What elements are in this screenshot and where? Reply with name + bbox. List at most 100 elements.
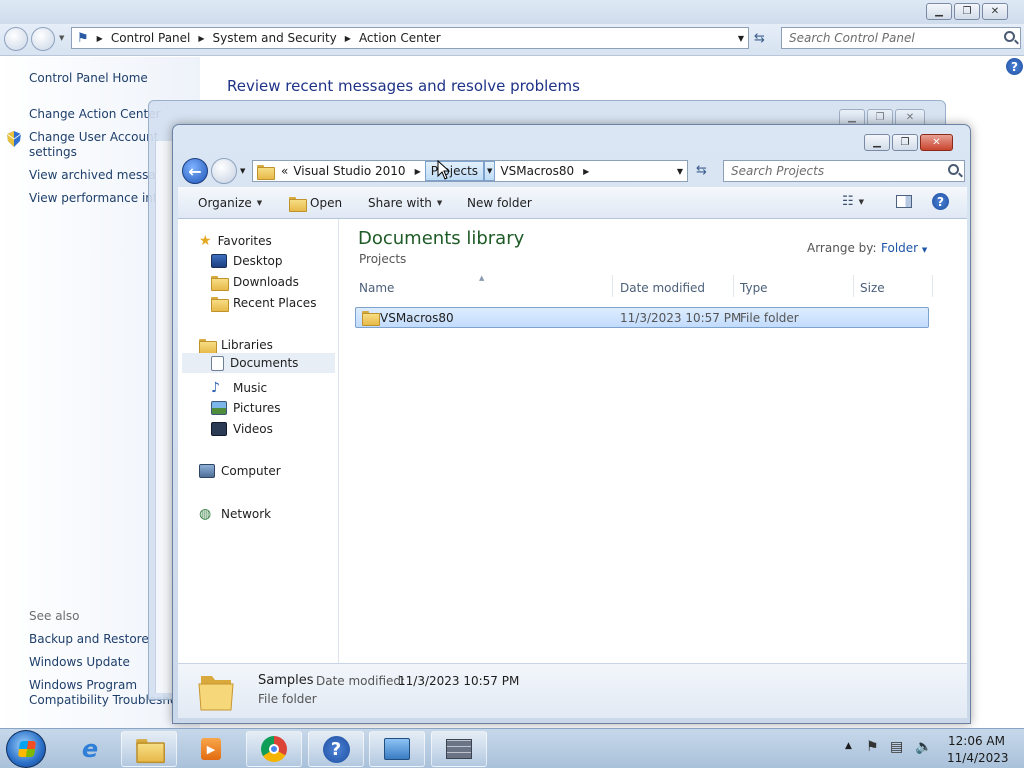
- refresh-icon[interactable]: ⇆: [696, 163, 707, 178]
- column-divider[interactable]: [853, 275, 854, 297]
- clock-time[interactable]: 12:06 AM: [948, 734, 1005, 748]
- change-action-center-link[interactable]: Change Action Center: [29, 107, 161, 122]
- taskbar-firewall[interactable]: [431, 731, 487, 767]
- breadcrumb-arrow-icon[interactable]: ▶: [415, 167, 421, 176]
- taskbar-control-panel[interactable]: [369, 731, 425, 767]
- column-header-size[interactable]: Size: [860, 281, 885, 295]
- breadcrumb-item[interactable]: Visual Studio 2010: [288, 161, 410, 181]
- search-icon[interactable]: [1004, 31, 1015, 42]
- breadcrumb-item[interactable]: VSMacros80: [495, 161, 579, 181]
- breadcrumb-item-projects[interactable]: Projects: [424, 161, 485, 181]
- breadcrumb-item[interactable]: Control Panel: [111, 31, 191, 45]
- change-user-account-link[interactable]: Change User Account: [29, 130, 158, 145]
- help-icon: ?: [932, 193, 949, 210]
- breadcrumb-arrow-icon[interactable]: ▶: [583, 167, 589, 176]
- column-divider[interactable]: [733, 275, 734, 297]
- change-view-button[interactable]: ☷ ▼: [842, 194, 864, 209]
- page-title: Review recent messages and resolve probl…: [227, 77, 580, 95]
- column-header-type[interactable]: Type: [740, 281, 768, 295]
- network-status-icon[interactable]: ▤: [890, 739, 903, 755]
- help-button[interactable]: ?: [932, 193, 949, 210]
- forward-button[interactable]: [31, 27, 55, 51]
- nav-item-favorites[interactable]: ★ Favorites: [199, 233, 272, 249]
- windows-program-link[interactable]: Windows Program: [29, 678, 137, 693]
- close-button[interactable]: ✕: [982, 3, 1008, 20]
- back-button[interactable]: ←: [182, 158, 208, 184]
- taskbar-media-player[interactable]: ▶: [183, 731, 239, 767]
- restore-button[interactable]: ❐: [954, 3, 980, 20]
- volume-muted-icon[interactable]: 🔈: [915, 739, 932, 755]
- taskbar-internet-explorer[interactable]: e: [62, 731, 118, 767]
- minimize-button[interactable]: ▁: [926, 3, 952, 20]
- maximize-button[interactable]: ❐: [892, 134, 918, 151]
- action-center-flag-icon[interactable]: ⚑: [866, 739, 879, 755]
- help-icon: ?: [322, 735, 350, 763]
- nav-item-music[interactable]: ♪ Music: [211, 380, 267, 396]
- close-button[interactable]: ✕: [920, 134, 953, 151]
- recent-pages-icon[interactable]: ▼: [59, 34, 64, 42]
- column-header-name[interactable]: Name: [359, 281, 394, 295]
- column-divider[interactable]: [612, 275, 613, 297]
- view-performance-info-link[interactable]: View performance info: [29, 191, 164, 206]
- taskbar-chrome[interactable]: [246, 731, 302, 767]
- chrome-icon: [261, 736, 287, 762]
- chevron-down-icon[interactable]: ▼: [677, 167, 683, 176]
- taskbar-windows-explorer[interactable]: [121, 731, 177, 767]
- breadcrumb-overflow[interactable]: «: [281, 164, 288, 178]
- recent-pages-icon[interactable]: ▼: [240, 167, 245, 175]
- column-header-date-modified[interactable]: Date modified: [620, 281, 705, 295]
- breadcrumb-dropdown-icon[interactable]: ▼: [484, 161, 496, 181]
- preview-pane-button[interactable]: [896, 195, 912, 208]
- control-panel-search-input[interactable]: Search Control Panel: [781, 27, 1021, 49]
- nav-item-videos[interactable]: Videos: [211, 422, 273, 436]
- arrow-left-icon: ←: [188, 161, 202, 181]
- details-date-value: 11/3/2023 10:57 PM: [398, 674, 520, 688]
- change-user-account-link-line2[interactable]: settings: [29, 145, 77, 160]
- arrange-by-dropdown[interactable]: Folder ▼: [881, 241, 927, 255]
- explorer-address-bar[interactable]: « Visual Studio 2010 ▶ Projects ▼ VSMacr…: [252, 160, 688, 182]
- control-panel-home-link[interactable]: Control Panel Home: [29, 71, 148, 86]
- nav-item-network[interactable]: ◍ Network: [199, 506, 271, 522]
- details-type: File folder: [258, 692, 317, 706]
- refresh-icon[interactable]: ⇆: [754, 31, 765, 46]
- chevron-down-icon[interactable]: ▼: [738, 34, 744, 43]
- backup-and-restore-link[interactable]: Backup and Restore: [29, 632, 149, 647]
- libraries-icon: [199, 338, 217, 354]
- organize-button[interactable]: Organize ▼: [198, 196, 262, 210]
- nav-item-downloads[interactable]: Downloads: [211, 275, 299, 291]
- chevron-down-icon: ▼: [436, 199, 443, 207]
- nav-item-documents[interactable]: Documents: [182, 353, 335, 373]
- explorer-search-input[interactable]: Search Projects: [723, 160, 965, 182]
- document-icon: [211, 355, 224, 371]
- nav-item-recent-places[interactable]: Recent Places: [211, 296, 316, 312]
- search-icon[interactable]: [948, 164, 959, 175]
- column-divider[interactable]: [932, 275, 933, 297]
- new-folder-button[interactable]: New folder: [467, 196, 532, 210]
- nav-item-libraries[interactable]: Libraries: [199, 338, 273, 354]
- taskbar-help-and-support[interactable]: ?: [308, 731, 364, 767]
- media-player-icon: ▶: [201, 738, 221, 760]
- help-icon[interactable]: ?: [1006, 58, 1023, 75]
- new-folder-label: New folder: [467, 196, 532, 210]
- open-label: Open: [310, 196, 343, 210]
- start-button[interactable]: [6, 730, 46, 768]
- forward-button[interactable]: [211, 158, 237, 184]
- control-panel-address-bar[interactable]: ⚑ ▶ Control Panel ▶ System and Security …: [71, 27, 749, 49]
- nav-label: Computer: [221, 464, 281, 478]
- windows-update-link[interactable]: Windows Update: [29, 655, 130, 670]
- back-button[interactable]: [4, 27, 28, 51]
- open-button[interactable]: Open: [289, 196, 343, 212]
- show-hidden-icons-icon[interactable]: ▲: [845, 741, 852, 751]
- clock-date[interactable]: 11/4/2023: [947, 751, 1009, 765]
- nav-item-computer[interactable]: Computer: [199, 464, 281, 478]
- breadcrumb-item[interactable]: Action Center: [359, 31, 441, 45]
- nav-item-pictures[interactable]: Pictures: [211, 401, 281, 415]
- file-type: File folder: [740, 311, 799, 325]
- control-panel-flag-icon: ⚑: [77, 30, 89, 46]
- nav-label: Music: [233, 381, 268, 395]
- share-with-button[interactable]: Share with ▼: [368, 196, 442, 210]
- nav-item-desktop[interactable]: Desktop: [211, 254, 283, 268]
- minimize-button[interactable]: ▁: [864, 134, 890, 151]
- breadcrumb-item[interactable]: System and Security: [213, 31, 337, 45]
- file-row[interactable]: VSMacros80 11/3/2023 10:57 PM File folde…: [355, 307, 929, 328]
